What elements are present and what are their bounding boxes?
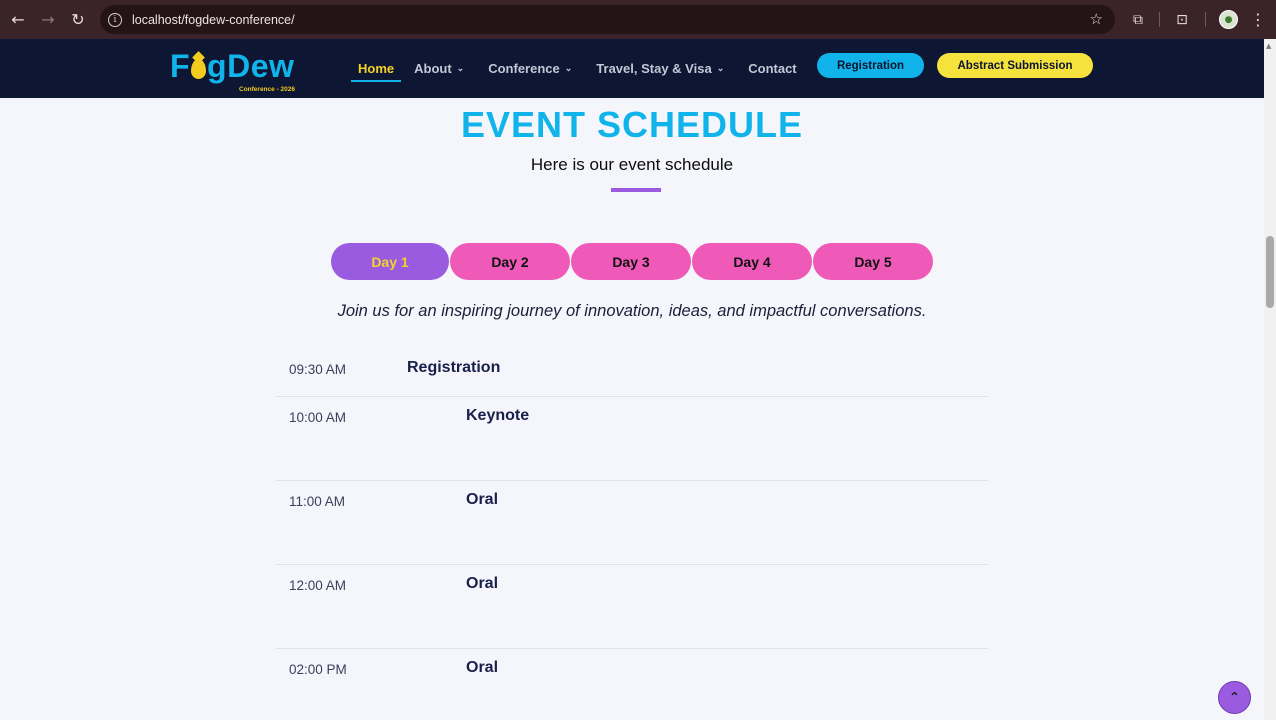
abstract-submission-button[interactable]: Abstract Submission: [937, 53, 1093, 78]
profile-avatar[interactable]: ●: [1219, 10, 1238, 29]
scroll-up-icon[interactable]: ▲: [1266, 42, 1271, 50]
url-text[interactable]: localhost/fogdew-conference/: [132, 13, 295, 27]
nav-conference[interactable]: Conference ⌄: [488, 39, 572, 98]
day-tabs: Day 1 Day 2 Day 3 Day 4 Day 5: [331, 243, 934, 280]
schedule-row: 09:30 AM Registration: [276, 349, 988, 397]
chevron-down-icon: ⌄: [564, 63, 573, 73]
browser-menu-icon[interactable]: ⋮: [1248, 5, 1268, 34]
schedule-list: 09:30 AM Registration 10:00 AM Keynote 1…: [276, 349, 988, 709]
toolbar-divider: [1159, 12, 1160, 27]
schedule-event: Oral: [466, 659, 499, 676]
tab-day-1[interactable]: Day 1: [331, 243, 449, 280]
chevron-up-icon: ⌃: [1228, 689, 1241, 706]
screenshot-icon[interactable]: ⊡: [1168, 5, 1196, 34]
bookmark-star-icon[interactable]: ☆: [1090, 10, 1103, 28]
nav-contact[interactable]: Contact: [748, 39, 796, 98]
schedule-event: Keynote: [466, 407, 530, 424]
reload-icon[interactable]: ↻: [63, 5, 93, 35]
schedule-time: 09:30 AM: [289, 362, 347, 377]
schedule-event: Registration: [407, 359, 501, 376]
tab-day-5[interactable]: Day 5: [813, 243, 933, 280]
main-nav: Home About ⌄ Conference ⌄ Travel, Stay & V…: [351, 39, 821, 98]
tab-day-3[interactable]: Day 3: [571, 243, 691, 280]
schedule-intro: Join us for an inspiring journey of inno…: [337, 302, 927, 320]
tab-day-2[interactable]: Day 2: [450, 243, 570, 280]
registration-button[interactable]: Registration: [817, 53, 924, 78]
schedule-row: 12:00 AM Oral: [276, 565, 988, 649]
schedule-row: 11:00 AM Oral: [276, 481, 988, 565]
nav-home[interactable]: Home: [351, 39, 402, 98]
schedule-time: 10:00 AM: [289, 410, 347, 425]
chevron-down-icon: ⌄: [716, 63, 725, 73]
schedule-row: 10:00 AM Keynote: [276, 397, 988, 481]
schedule-time: 02:00 PM: [289, 662, 347, 677]
back-icon[interactable]: ←: [3, 5, 33, 35]
schedule-time: 11:00 AM: [289, 494, 346, 509]
schedule-event: Oral: [466, 491, 499, 508]
site-logo[interactable]: FgDew Conference - 2026: [170, 48, 310, 93]
logo-tagline: Conference - 2026: [239, 86, 295, 93]
droplet-icon: [191, 59, 207, 79]
nav-about[interactable]: About ⌄: [414, 39, 464, 98]
page-subtitle: Here is our event schedule: [530, 155, 734, 174]
schedule-row: 02:00 PM Oral: [276, 649, 988, 709]
logo-wordmark: FgDew: [170, 48, 295, 84]
site-info-icon[interactable]: i: [108, 12, 122, 27]
forward-icon[interactable]: →: [33, 5, 63, 35]
nav-travel-stay-visa[interactable]: Travel, Stay & Visa ⌄: [596, 39, 724, 98]
scroll-to-top-button[interactable]: ⌃: [1218, 681, 1251, 714]
toolbar-divider: [1205, 12, 1206, 27]
extensions-icon[interactable]: ⧉: [1124, 5, 1152, 34]
tab-day-4[interactable]: Day 4: [692, 243, 812, 280]
browser-toolbar: ← → ↻ i localhost/fogdew-conference/ ☆ ⧉…: [0, 0, 1276, 39]
schedule-event: Oral: [466, 575, 499, 592]
title-divider: [611, 188, 661, 192]
page-title: EVENT SCHEDULE: [460, 104, 804, 145]
address-bar[interactable]: i localhost/fogdew-conference/ ☆: [100, 5, 1115, 34]
site-header: FgDew Conference - 2026 Home About ⌄ Conf…: [0, 39, 1264, 98]
page-scrollbar[interactable]: ▲: [1264, 39, 1276, 720]
schedule-time: 12:00 AM: [289, 578, 347, 593]
scrollbar-thumb[interactable]: [1266, 236, 1274, 308]
chevron-down-icon: ⌄: [456, 63, 465, 73]
